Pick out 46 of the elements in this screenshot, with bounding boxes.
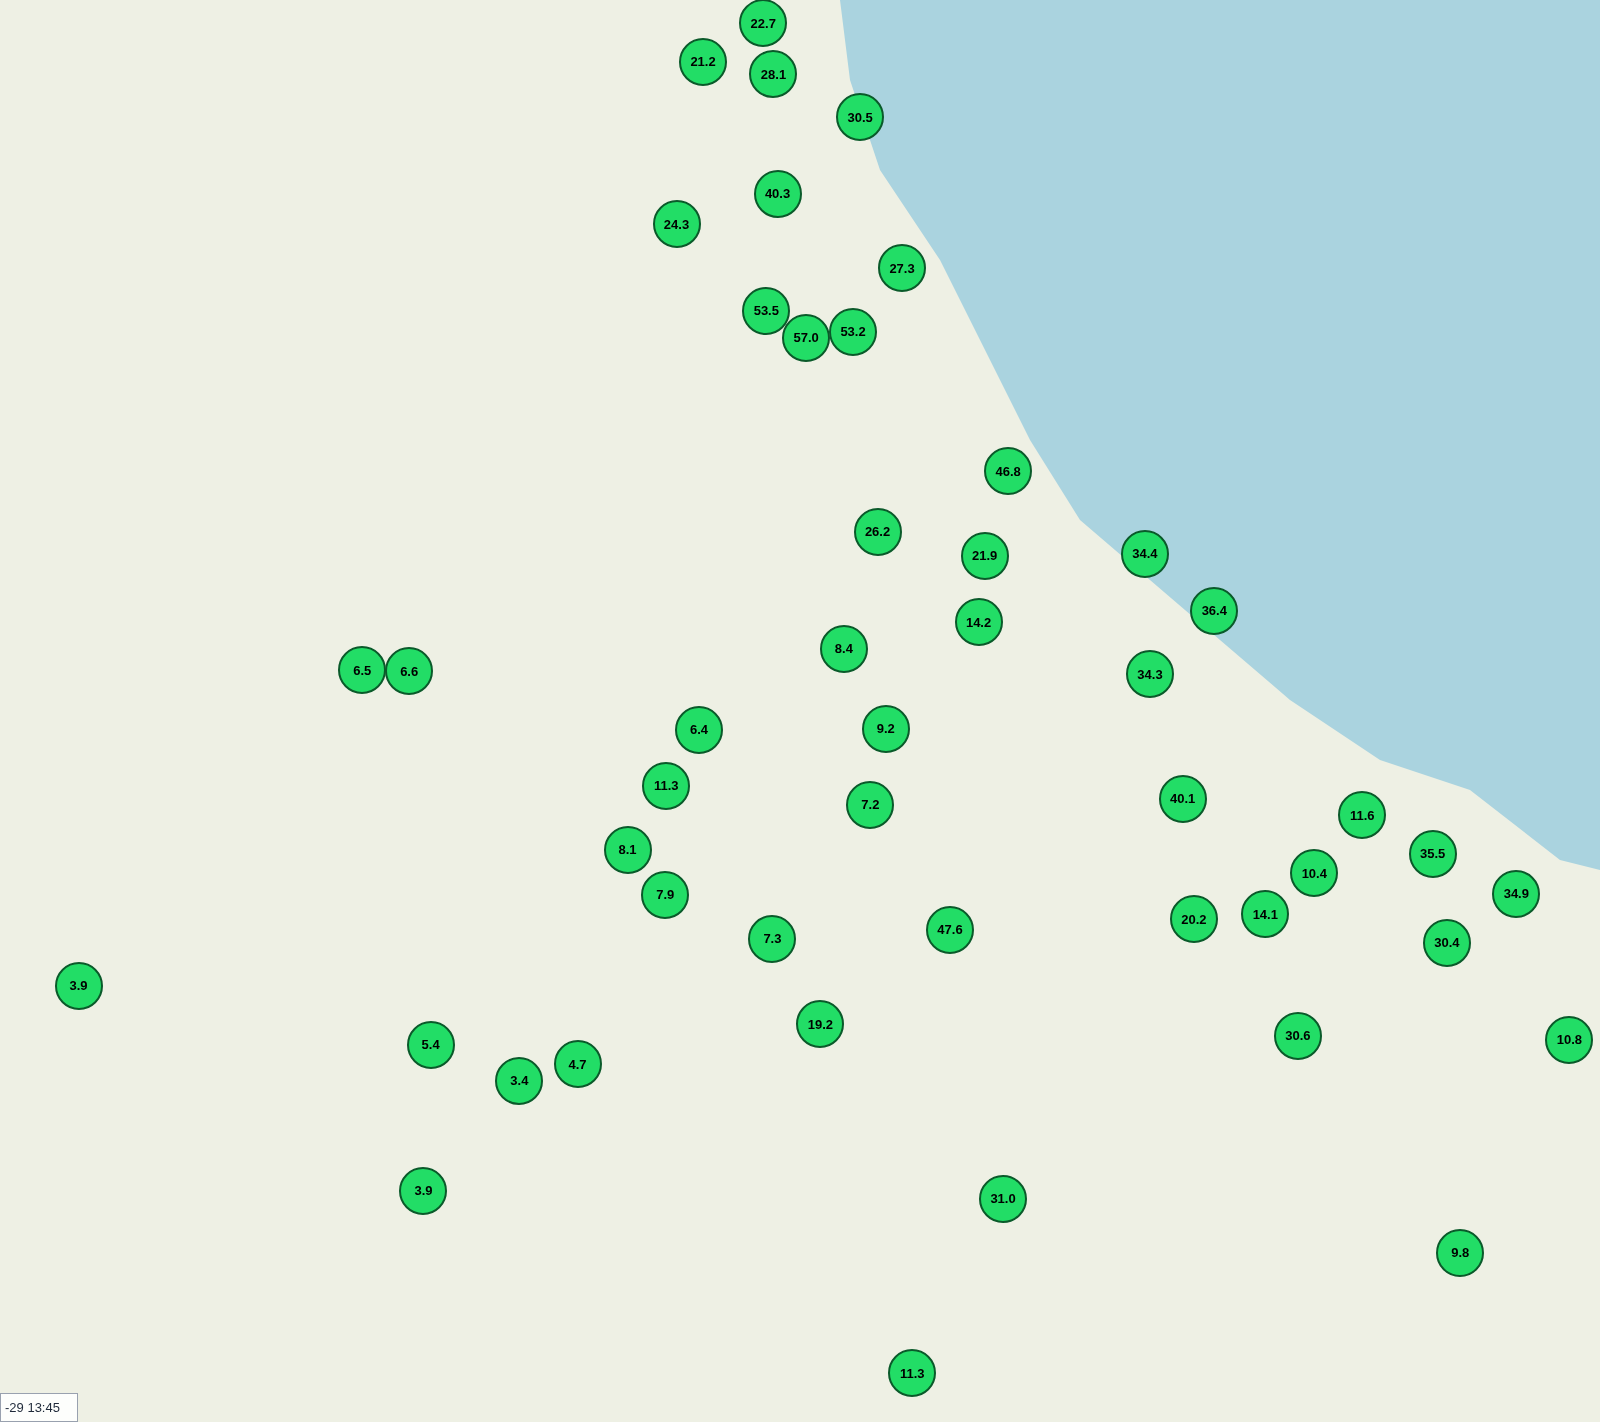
map-marker[interactable]: 6.6 bbox=[385, 647, 434, 696]
map-marker[interactable]: 46.8 bbox=[984, 447, 1033, 496]
map-marker[interactable]: 53.5 bbox=[742, 287, 791, 336]
map-marker[interactable]: 7.9 bbox=[641, 870, 690, 919]
map-marker[interactable]: 30.6 bbox=[1273, 1011, 1322, 1060]
map-marker[interactable]: 19.2 bbox=[796, 1000, 845, 1049]
map-marker[interactable]: 53.2 bbox=[829, 307, 878, 356]
map-marker[interactable]: 3.9 bbox=[54, 961, 103, 1010]
map-marker[interactable]: 14.1 bbox=[1241, 890, 1290, 939]
map-marker[interactable]: 9.8 bbox=[1436, 1229, 1485, 1278]
map-marker[interactable]: 30.5 bbox=[836, 93, 885, 142]
map-marker[interactable]: 6.4 bbox=[674, 705, 723, 754]
map-marker[interactable]: 11.6 bbox=[1338, 791, 1387, 840]
map-marker[interactable]: 20.2 bbox=[1169, 895, 1218, 944]
map-marker[interactable]: 40.1 bbox=[1158, 774, 1207, 823]
map-marker[interactable]: 21.9 bbox=[960, 532, 1009, 581]
map-marker[interactable]: 11.3 bbox=[888, 1349, 937, 1398]
map-marker[interactable]: 3.4 bbox=[495, 1056, 544, 1105]
map-marker[interactable]: 7.2 bbox=[846, 781, 895, 830]
timestamp-label: -29 13:45 bbox=[0, 1392, 78, 1422]
map-marker[interactable]: 31.0 bbox=[979, 1174, 1028, 1223]
map-marker[interactable]: 14.2 bbox=[954, 598, 1003, 647]
map-marker[interactable]: 5.4 bbox=[406, 1020, 455, 1069]
map-marker[interactable]: 57.0 bbox=[782, 313, 831, 362]
map-marker[interactable]: 34.9 bbox=[1492, 869, 1541, 918]
map-marker[interactable]: 27.3 bbox=[878, 244, 927, 293]
map-marker[interactable]: 9.2 bbox=[861, 704, 910, 753]
map-marker[interactable]: 40.3 bbox=[753, 169, 802, 218]
map-marker[interactable]: 35.5 bbox=[1408, 830, 1457, 879]
map-marker[interactable]: 4.7 bbox=[553, 1040, 602, 1089]
map-marker[interactable]: 7.3 bbox=[748, 914, 797, 963]
map-marker[interactable]: 22.7 bbox=[739, 0, 788, 48]
map-marker[interactable]: 28.1 bbox=[749, 50, 798, 99]
map-marker[interactable]: 8.4 bbox=[819, 624, 868, 673]
map-marker[interactable]: 47.6 bbox=[926, 905, 974, 954]
map-marker[interactable]: 30.4 bbox=[1422, 918, 1471, 967]
map-marker[interactable]: 24.3 bbox=[652, 200, 701, 249]
map-marker[interactable]: 34.3 bbox=[1126, 650, 1174, 699]
map-marker[interactable]: 8.1 bbox=[603, 826, 652, 874]
map-marker[interactable]: 26.2 bbox=[853, 507, 902, 556]
map-marker[interactable]: 10.4 bbox=[1290, 849, 1339, 898]
map-marker[interactable]: 11.3 bbox=[642, 761, 691, 810]
map-marker[interactable]: 6.5 bbox=[338, 646, 387, 695]
map-marker[interactable]: 3.9 bbox=[399, 1166, 448, 1215]
map-marker[interactable]: 10.8 bbox=[1545, 1015, 1594, 1064]
map-marker[interactable]: 21.2 bbox=[679, 38, 728, 87]
